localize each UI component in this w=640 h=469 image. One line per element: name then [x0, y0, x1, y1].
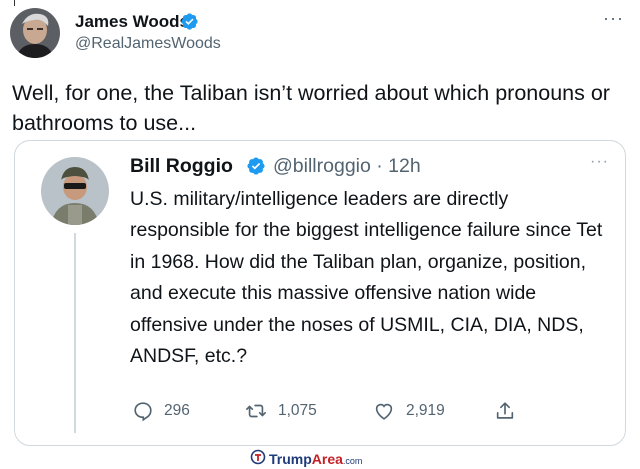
- author-name[interactable]: James Woods: [75, 12, 189, 32]
- watermark-suffix: .com: [342, 456, 363, 466]
- like-button[interactable]: 2,919: [372, 397, 445, 425]
- verified-badge-icon: [180, 12, 199, 31]
- heart-icon: [372, 400, 396, 422]
- quoted-tweet-text: U.S. military/intelligence leaders are d…: [130, 188, 603, 368]
- quoted-author-meta[interactable]: @billroggio · 12h: [273, 155, 421, 178]
- share-button[interactable]: [494, 397, 516, 425]
- watermark-brand-accent: Area: [311, 451, 343, 467]
- reply-button[interactable]: 296: [132, 397, 190, 425]
- quoted-tweet-card[interactable]: Bill Roggio @billroggio · 12h ··· U.S. m…: [14, 140, 626, 446]
- watermark: TrumpArea.com: [250, 449, 362, 469]
- share-icon: [494, 400, 516, 422]
- verified-badge-icon: [246, 156, 266, 176]
- more-options-icon[interactable]: ···: [603, 8, 624, 29]
- trumparea-logo-icon: [250, 449, 266, 469]
- author-handle[interactable]: @RealJamesWoods: [75, 35, 221, 53]
- quoted-author-name[interactable]: Bill Roggio: [130, 155, 233, 178]
- action-bar: 296 1,075 2,919: [132, 397, 532, 425]
- quoted-author-avatar[interactable]: [41, 157, 109, 225]
- retweet-button[interactable]: 1,075: [244, 397, 317, 425]
- quoted-tweet-time[interactable]: · 12h: [376, 155, 420, 177]
- reply-count: 296: [164, 402, 190, 419]
- author-avatar[interactable]: [10, 8, 60, 58]
- quoted-author-handle[interactable]: @billroggio: [273, 155, 371, 177]
- reply-icon: [132, 400, 154, 422]
- watermark-text: TrumpArea.com: [269, 451, 362, 467]
- retweet-icon: [244, 400, 268, 422]
- corner-mark: [14, 0, 15, 6]
- more-options-icon[interactable]: ···: [590, 153, 609, 171]
- like-count: 2,919: [406, 402, 445, 419]
- thread-line: [74, 233, 76, 433]
- watermark-brand: Trump: [269, 451, 312, 467]
- tweet-text: Well, for one, the Taliban isn’t worried…: [12, 81, 610, 135]
- tweet-screenshot: James Woods @RealJamesWoods ··· Well, fo…: [0, 0, 640, 469]
- retweet-count: 1,075: [278, 402, 317, 419]
